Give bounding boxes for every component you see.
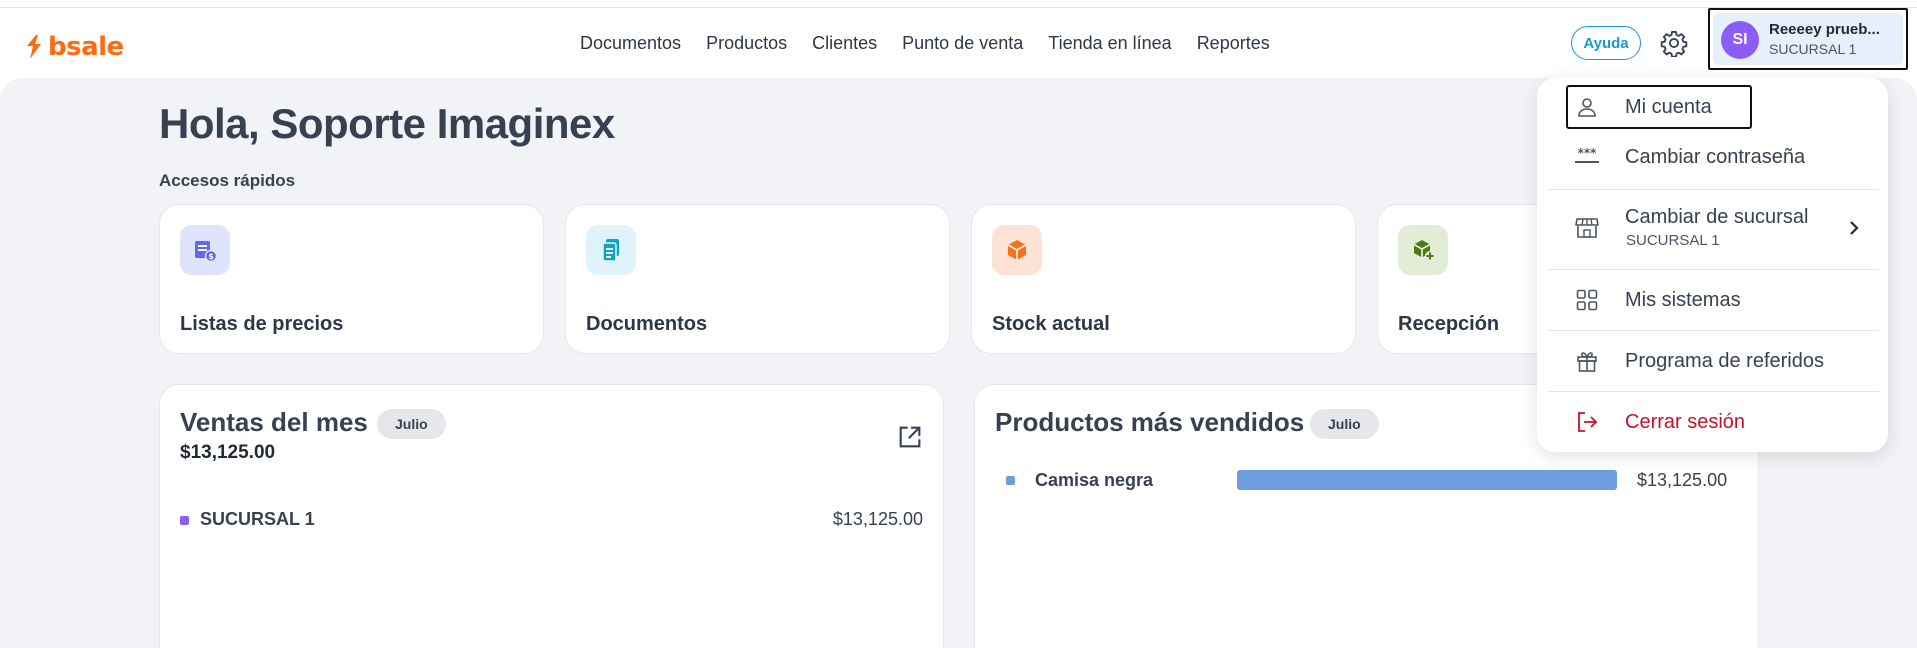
box-icon: [992, 225, 1042, 275]
menu-item-label: Cambiar contraseña: [1625, 145, 1806, 168]
nav-clientes[interactable]: Clientes: [812, 33, 877, 54]
quick-access-label: Documentos: [586, 313, 708, 335]
nav-reportes[interactable]: Reportes: [1197, 33, 1270, 54]
document-icon: [586, 225, 636, 275]
avatar: SI: [1721, 21, 1759, 59]
help-button[interactable]: Ayuda: [1571, 26, 1641, 60]
quick-access-card-listas-de-precios[interactable]: $ Listas de precios: [159, 204, 544, 354]
user-branch: SUCURSAL 1: [1769, 41, 1857, 57]
menu-divider: [1547, 391, 1879, 392]
top-navbar: bsale Documentos Productos Clientes Punt…: [0, 8, 1917, 78]
brand-name: bsale: [48, 32, 124, 62]
product-row-value: $13,125.00: [1637, 470, 1728, 490]
svg-text:$: $: [208, 252, 214, 261]
grid-icon: [1574, 287, 1600, 313]
menu-item-mi-cuenta[interactable]: Mi cuenta: [1547, 84, 1879, 130]
legend-dot: [1006, 476, 1015, 485]
quick-access-label: Stock actual: [992, 313, 1110, 335]
top-border: [0, 0, 1917, 8]
products-panel-title: Productos más vendidos: [995, 407, 1305, 437]
sales-month-panel: Ventas del mes Julio $13,125.00 SUCURSAL…: [159, 384, 944, 648]
user-dropdown-menu: Mi cuenta *** Cambiar contraseña Cambiar…: [1537, 78, 1888, 452]
gift-icon: [1574, 348, 1600, 374]
nav-productos[interactable]: Productos: [706, 33, 787, 54]
nav-documentos[interactable]: Documentos: [580, 33, 681, 54]
menu-divider: [1547, 189, 1879, 190]
user-menu-toggle[interactable]: SI Reeeey prueb... SUCURSAL 1: [1708, 8, 1908, 70]
menu-item-sublabel: SUCURSAL 1: [1626, 232, 1720, 249]
menu-item-label: Cambiar de sucursal: [1625, 206, 1809, 228]
brand-logo[interactable]: bsale: [24, 32, 124, 62]
menu-divider: [1547, 269, 1879, 270]
menu-item-label: Cerrar sesión: [1625, 410, 1746, 433]
user-name: Reeeey prueb...: [1769, 21, 1880, 38]
quick-access-card-stock-actual[interactable]: Stock actual: [971, 204, 1356, 354]
quick-access-label: Recepción: [1398, 313, 1500, 335]
svg-text:***: ***: [1578, 146, 1598, 160]
legend-dot: [180, 516, 189, 525]
product-bar: [1237, 470, 1617, 490]
menu-item-mis-sistemas[interactable]: Mis sistemas: [1547, 277, 1879, 323]
box-add-icon: [1398, 225, 1448, 275]
user-badge: SI Reeeey prueb... SUCURSAL 1: [1713, 13, 1903, 65]
sales-row-value: $13,125.00: [832, 509, 923, 529]
logout-icon: [1574, 409, 1600, 435]
menu-item-programa-referidos[interactable]: Programa de referidos: [1547, 338, 1879, 384]
quick-access-card-documentos[interactable]: Documentos: [565, 204, 950, 354]
nav-tienda-en-linea[interactable]: Tienda en línea: [1048, 33, 1171, 54]
nav-punto-de-venta[interactable]: Punto de venta: [902, 33, 1023, 54]
store-icon: [1574, 215, 1600, 241]
price-list-icon: $: [180, 225, 230, 275]
sales-total: $13,125.00: [180, 442, 276, 463]
product-bar-track: [1237, 470, 1617, 490]
quick-access-label: Listas de precios: [180, 313, 344, 335]
menu-item-cambiar-contrasena[interactable]: *** Cambiar contraseña: [1547, 134, 1879, 180]
page-title: Hola, Soporte Imaginex: [159, 100, 615, 147]
external-link-icon[interactable]: [896, 423, 924, 451]
menu-item-label: Programa de referidos: [1625, 349, 1824, 372]
password-icon: ***: [1574, 144, 1600, 170]
period-badge: Julio: [377, 409, 446, 439]
user-icon: [1574, 94, 1600, 120]
sales-row-label: SUCURSAL 1: [200, 509, 315, 529]
sales-panel-title: Ventas del mes: [180, 407, 368, 437]
quick-access-title: Accesos rápidos: [159, 171, 296, 190]
period-badge: Julio: [1310, 409, 1379, 439]
menu-item-label: Mis sistemas: [1625, 288, 1741, 311]
chevron-right-icon: [1850, 221, 1859, 235]
menu-item-cambiar-sucursal[interactable]: Cambiar de sucursal SUCURSAL 1: [1547, 198, 1879, 258]
main-nav: Documentos Productos Clientes Punto de v…: [580, 33, 1270, 54]
bsale-logo-icon: [27, 35, 41, 59]
menu-divider: [1547, 330, 1879, 331]
product-row-label: Camisa negra: [1035, 470, 1154, 490]
gear-icon[interactable]: [1660, 29, 1688, 57]
menu-item-label: Mi cuenta: [1625, 95, 1712, 118]
menu-item-cerrar-sesion[interactable]: Cerrar sesión: [1547, 399, 1879, 445]
